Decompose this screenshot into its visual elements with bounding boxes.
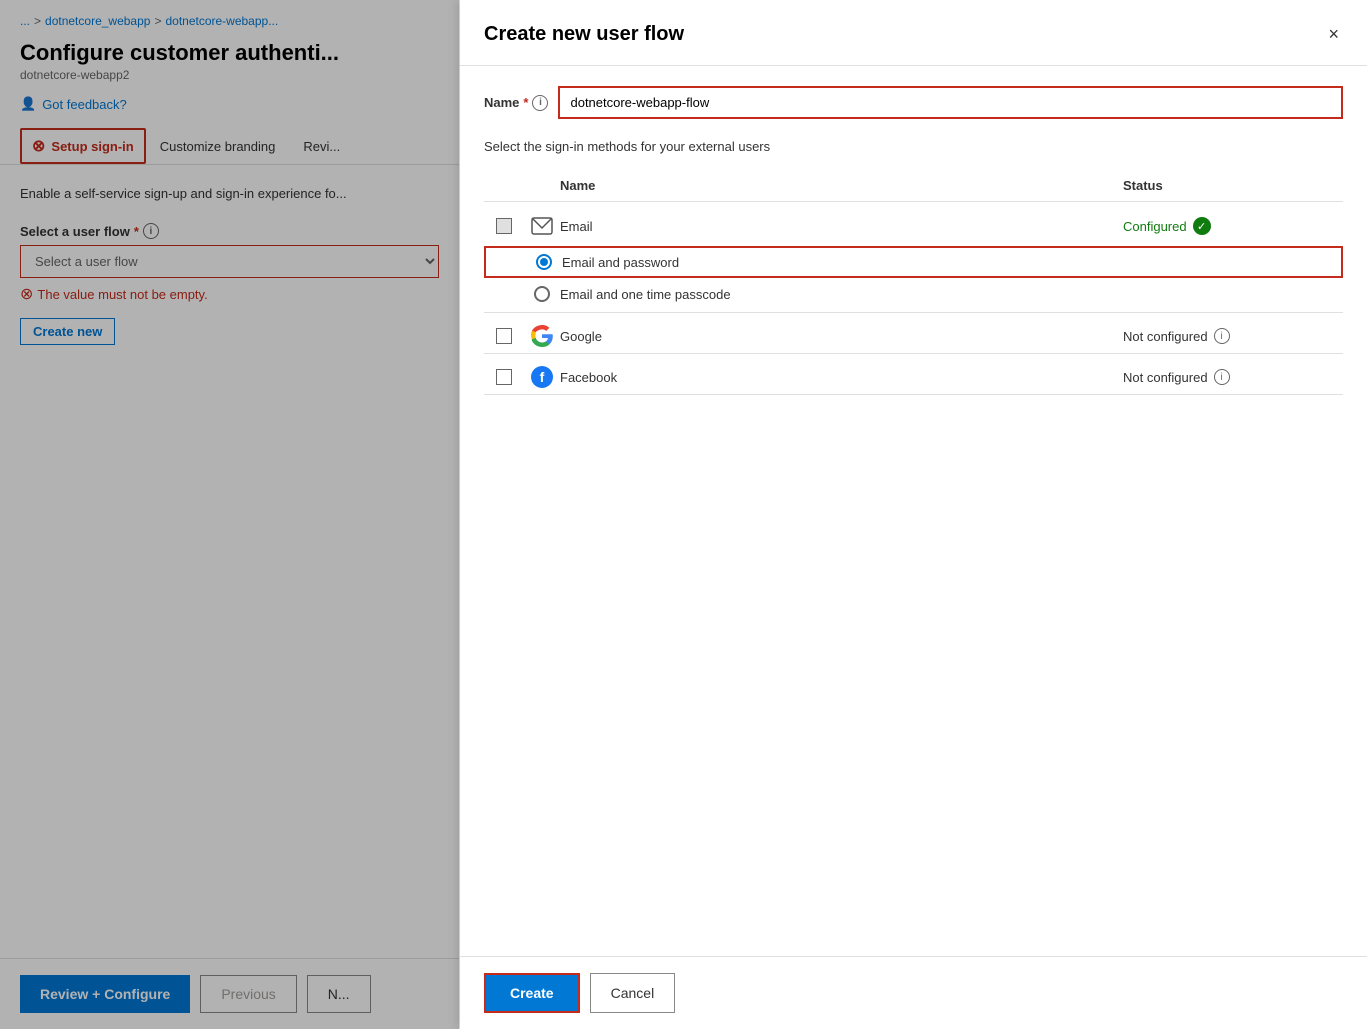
configured-text: Configured (1123, 219, 1187, 234)
name-info-icon[interactable]: i (532, 95, 548, 111)
email-method-group: Email Configured ✓ Email and password (484, 202, 1343, 313)
methods-table-header: Name Status (484, 170, 1343, 202)
modal-footer: Create Cancel (460, 956, 1367, 1029)
facebook-method-group: f Facebook Not configured i (484, 354, 1343, 395)
modal-body: Name * i Select the sign-in methods for … (460, 66, 1367, 956)
email-otp-label: Email and one time passcode (560, 287, 1343, 302)
email-main-label: Email (560, 219, 1123, 234)
google-main-row: Google Not configured i (484, 313, 1343, 353)
email-otp-radio[interactable] (534, 286, 550, 302)
close-button[interactable]: × (1324, 20, 1343, 49)
facebook-icon: f (531, 366, 553, 388)
name-input[interactable] (558, 86, 1343, 119)
left-panel: ... > dotnetcore_webapp > dotnetcore-web… (0, 0, 460, 1029)
google-status: Not configured i (1123, 328, 1343, 344)
facebook-status-text: Not configured (1123, 370, 1208, 385)
google-status-text: Not configured (1123, 329, 1208, 344)
email-main-row: Email Configured ✓ (484, 202, 1343, 244)
google-checkbox[interactable] (496, 328, 512, 344)
email-status: Configured ✓ (1123, 217, 1343, 235)
name-field-label: Name * i (484, 95, 548, 111)
facebook-label: Facebook (560, 370, 1123, 385)
email-password-radio[interactable] (536, 254, 552, 270)
facebook-status: Not configured i (1123, 369, 1343, 385)
google-label: Google (560, 329, 1123, 344)
sign-in-desc: Select the sign-in methods for your exte… (484, 139, 1343, 154)
email-otp-row: Email and one time passcode (484, 280, 1343, 312)
methods-table: Name Status Email (484, 170, 1343, 395)
facebook-main-row: f Facebook Not configured i (484, 354, 1343, 394)
email-password-row: Email and password (484, 246, 1343, 278)
facebook-status-info-icon[interactable]: i (1214, 369, 1230, 385)
configured-check-icon: ✓ (1193, 217, 1211, 235)
email-icon (530, 214, 554, 238)
create-button[interactable]: Create (484, 973, 580, 1013)
modal-header: Create new user flow × (460, 0, 1367, 66)
google-icon (531, 325, 553, 347)
google-method-group: Google Not configured i (484, 313, 1343, 354)
col-name-header: Name (524, 178, 1123, 193)
cancel-button[interactable]: Cancel (590, 973, 676, 1013)
name-required: * (523, 95, 528, 110)
modal-title: Create new user flow (484, 23, 684, 46)
facebook-checkbox[interactable] (496, 369, 512, 385)
email-password-label: Email and password (562, 255, 1341, 270)
modal-panel: Create new user flow × Name * i Select t… (460, 0, 1367, 1029)
name-row: Name * i (484, 86, 1343, 119)
google-status-info-icon[interactable]: i (1214, 328, 1230, 344)
email-checkbox[interactable] (496, 218, 512, 234)
col-status-header: Status (1123, 178, 1343, 193)
left-overlay (0, 0, 459, 1029)
